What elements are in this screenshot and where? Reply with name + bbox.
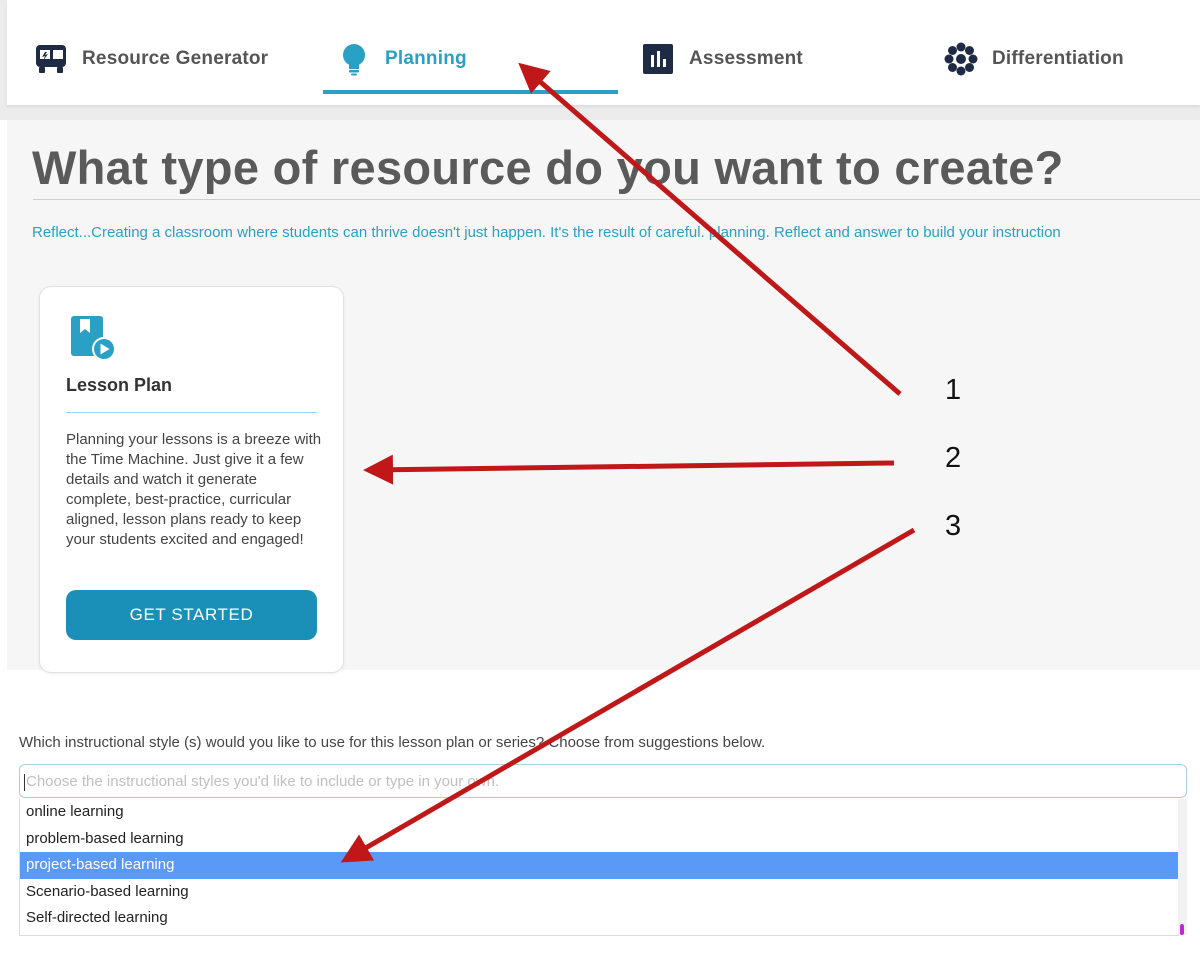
annotation-number-2: 2	[945, 442, 962, 474]
reflect-text: Reflect...Creating a classroom where stu…	[32, 224, 1061, 241]
tab-label: Assessment	[689, 48, 803, 69]
card-divider	[66, 412, 317, 413]
option-problem-based-learning[interactable]: problem-based learning	[20, 826, 1178, 853]
active-tab-indicator	[323, 90, 618, 94]
tab-resource-generator[interactable]: Resource Generator	[34, 38, 268, 80]
tab-differentiation[interactable]: Differentiation	[944, 38, 1124, 80]
instructional-style-input[interactable]	[19, 764, 1187, 798]
card-description: Planning your lessons is a breeze with t…	[66, 431, 322, 548]
tab-label: Planning	[385, 48, 467, 69]
tab-assessment[interactable]: Assessment	[641, 38, 803, 80]
option-project-based-learning[interactable]: project-based learning	[20, 852, 1178, 879]
lightbulb-icon	[337, 42, 371, 76]
flower-icon	[944, 42, 978, 76]
annotation-number-3: 3	[945, 510, 962, 542]
page-title: What type of resource do you want to cre…	[32, 141, 1064, 194]
tab-planning[interactable]: Planning	[337, 38, 467, 80]
tab-label: Differentiation	[992, 48, 1124, 69]
suggestions-dropdown: online learning problem-based learning p…	[19, 799, 1179, 936]
divider	[33, 199, 1200, 200]
dropdown-scrollbar[interactable]	[1178, 799, 1187, 935]
instructional-style-question: Which instructional style (s) would you …	[19, 734, 766, 751]
card-title: Lesson Plan	[66, 375, 173, 395]
option-online-learning[interactable]: online learning	[20, 799, 1178, 826]
annotation-number-1: 1	[945, 374, 962, 406]
text-caret	[24, 774, 25, 791]
bus-icon	[34, 42, 68, 76]
option-scenario-based-learning[interactable]: Scenario-based learning	[20, 879, 1178, 906]
get-started-button[interactable]: GET STARTED	[66, 590, 317, 640]
lesson-plan-card[interactable]: Lesson Plan Planning your lessons is a b…	[39, 286, 344, 673]
tab-label: Resource Generator	[82, 48, 269, 69]
scrollbar-thumb[interactable]	[1180, 924, 1184, 935]
bar-chart-icon	[641, 42, 675, 76]
bookmark-play-icon	[71, 316, 117, 367]
option-self-directed-learning[interactable]: Self-directed learning	[20, 905, 1178, 932]
